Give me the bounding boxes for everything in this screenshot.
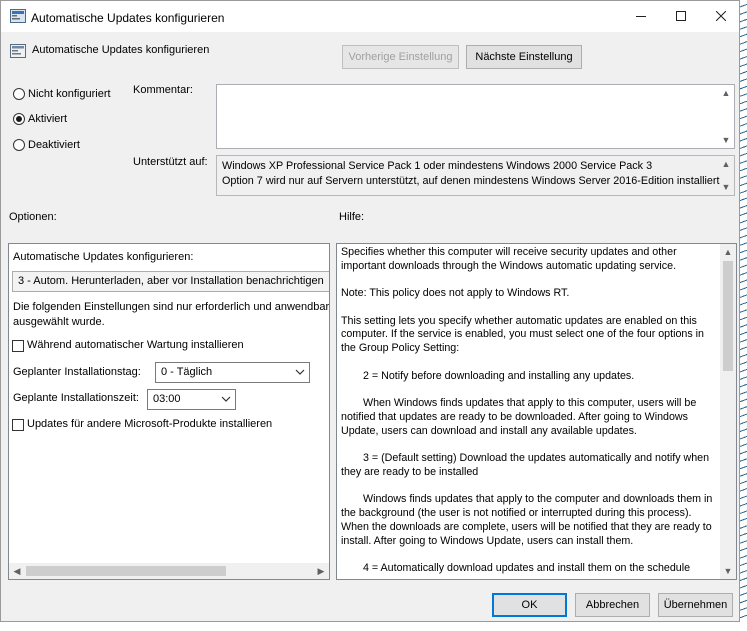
setting-title: Automatische Updates konfigurieren bbox=[32, 44, 210, 56]
scroll-down-icon[interactable]: ▼ bbox=[718, 179, 734, 195]
other-products-checkbox-label: Updates für andere Microsoft-Produkte in… bbox=[27, 418, 273, 430]
info-line-1: Die folgenden Einstellungen sind nur erf… bbox=[13, 301, 330, 313]
help-scrollbar[interactable]: ▲ ▼ bbox=[720, 244, 736, 579]
radio-disabled[interactable]: Deaktiviert bbox=[13, 139, 80, 151]
policy-app-icon bbox=[10, 9, 26, 26]
radio-circle-checked[interactable] bbox=[13, 113, 25, 125]
install-time-value: 03:00 bbox=[153, 393, 181, 405]
comment-label: Kommentar: bbox=[133, 84, 193, 96]
install-time-label: Geplante Installationszeit: bbox=[13, 392, 139, 404]
supported-line-1: Windows XP Professional Service Pack 1 o… bbox=[222, 160, 653, 172]
background-desktop-bottom bbox=[0, 622, 747, 631]
radio-label: Deaktiviert bbox=[28, 139, 80, 151]
radio-label: Aktiviert bbox=[28, 113, 68, 125]
radio-label: Nicht konfiguriert bbox=[28, 88, 111, 100]
chevron-down-icon bbox=[221, 390, 231, 416]
radio-enabled[interactable]: Aktiviert bbox=[13, 113, 67, 125]
help-paragraph: This setting lets you specify whether au… bbox=[341, 314, 704, 355]
setting-icon bbox=[10, 44, 26, 61]
chevron-down-icon bbox=[295, 363, 305, 389]
supported-scrollbar[interactable]: ▲ ▼ bbox=[718, 156, 734, 195]
help-paragraph: 2 = Notify before downloading and instal… bbox=[363, 369, 635, 382]
comment-scrollbar[interactable]: ▲ ▼ bbox=[718, 85, 734, 148]
radio-circle[interactable] bbox=[13, 88, 25, 100]
scroll-down-icon[interactable]: ▼ bbox=[720, 563, 736, 579]
scroll-left-icon[interactable]: ◀ bbox=[9, 563, 25, 579]
window-title: Automatische Updates konfigurieren bbox=[31, 11, 225, 25]
apply-button[interactable]: Übernehmen bbox=[658, 593, 733, 617]
previous-setting-button[interactable]: Vorherige Einstellung bbox=[342, 45, 459, 69]
scroll-thumb[interactable] bbox=[723, 261, 733, 371]
ok-button[interactable]: OK bbox=[492, 593, 567, 617]
info-line-2: ausgewählt wurde. bbox=[13, 316, 105, 328]
scroll-thumb[interactable] bbox=[26, 566, 226, 576]
install-day-label: Geplanter Installationstag: bbox=[13, 366, 141, 378]
radio-circle[interactable] bbox=[13, 139, 25, 151]
maintenance-checkbox[interactable] bbox=[12, 340, 24, 352]
supported-line-2: Option 7 wird nur auf Servern unterstütz… bbox=[222, 175, 720, 187]
help-paragraph: Note: This policy does not apply to Wind… bbox=[341, 287, 570, 300]
help-paragraph: When Windows finds updates that apply to… bbox=[341, 396, 697, 437]
title-bar: Automatische Updates konfigurieren bbox=[1, 1, 739, 32]
radio-not-configured[interactable]: Nicht konfiguriert bbox=[13, 88, 111, 100]
options-horizontal-scrollbar[interactable]: ◀ ▶ bbox=[9, 563, 329, 579]
scroll-up-icon[interactable]: ▲ bbox=[718, 156, 734, 172]
background-desktop-edge bbox=[740, 0, 747, 631]
options-panel: Automatische Updates konfigurieren: 3 - … bbox=[8, 243, 330, 580]
help-paragraph: Specifies whether this computer will rec… bbox=[341, 246, 677, 272]
comment-field[interactable]: ▲ ▼ bbox=[216, 84, 735, 149]
other-products-checkbox[interactable] bbox=[12, 419, 24, 431]
scroll-down-icon[interactable]: ▼ bbox=[718, 132, 734, 148]
policy-dialog: Automatische Updates konfigurieren Autom… bbox=[0, 0, 740, 622]
scroll-right-icon[interactable]: ▶ bbox=[313, 563, 329, 579]
help-label: Hilfe: bbox=[339, 211, 365, 223]
maintenance-checkbox-label: Während automatischer Wartung installier… bbox=[27, 339, 244, 351]
install-day-dropdown[interactable]: 0 - Täglich bbox=[155, 362, 310, 383]
options-label: Optionen: bbox=[9, 211, 57, 223]
close-button[interactable] bbox=[699, 1, 743, 32]
supported-on-field: Windows XP Professional Service Pack 1 o… bbox=[216, 155, 735, 196]
next-setting-button[interactable]: Nächste Einstellung bbox=[466, 45, 582, 69]
scroll-up-icon[interactable]: ▲ bbox=[720, 244, 736, 260]
help-panel: Specifies whether this computer will rec… bbox=[336, 243, 737, 580]
help-text: Specifies whether this computer will rec… bbox=[341, 246, 717, 579]
help-paragraph: 4 = Automatically download updates and i… bbox=[363, 561, 691, 574]
install-day-value: 0 - Täglich bbox=[161, 366, 213, 378]
install-time-dropdown[interactable]: 03:00 bbox=[147, 389, 236, 410]
minimize-button[interactable] bbox=[619, 1, 663, 32]
help-paragraph: 3 = (Default setting) Download the updat… bbox=[341, 451, 710, 478]
configure-dropdown[interactable]: 3 - Autom. Herunterladen, aber vor Insta… bbox=[12, 271, 329, 292]
supported-label: Unterstützt auf: bbox=[133, 156, 208, 168]
configure-value: 3 - Autom. Herunterladen, aber vor Insta… bbox=[18, 275, 324, 287]
help-paragraph: Windows finds updates that apply to the … bbox=[341, 493, 713, 547]
maximize-button[interactable] bbox=[659, 1, 703, 32]
cancel-button[interactable]: Abbrechen bbox=[575, 593, 650, 617]
scroll-up-icon[interactable]: ▲ bbox=[718, 85, 734, 101]
configure-label: Automatische Updates konfigurieren: bbox=[13, 251, 194, 263]
